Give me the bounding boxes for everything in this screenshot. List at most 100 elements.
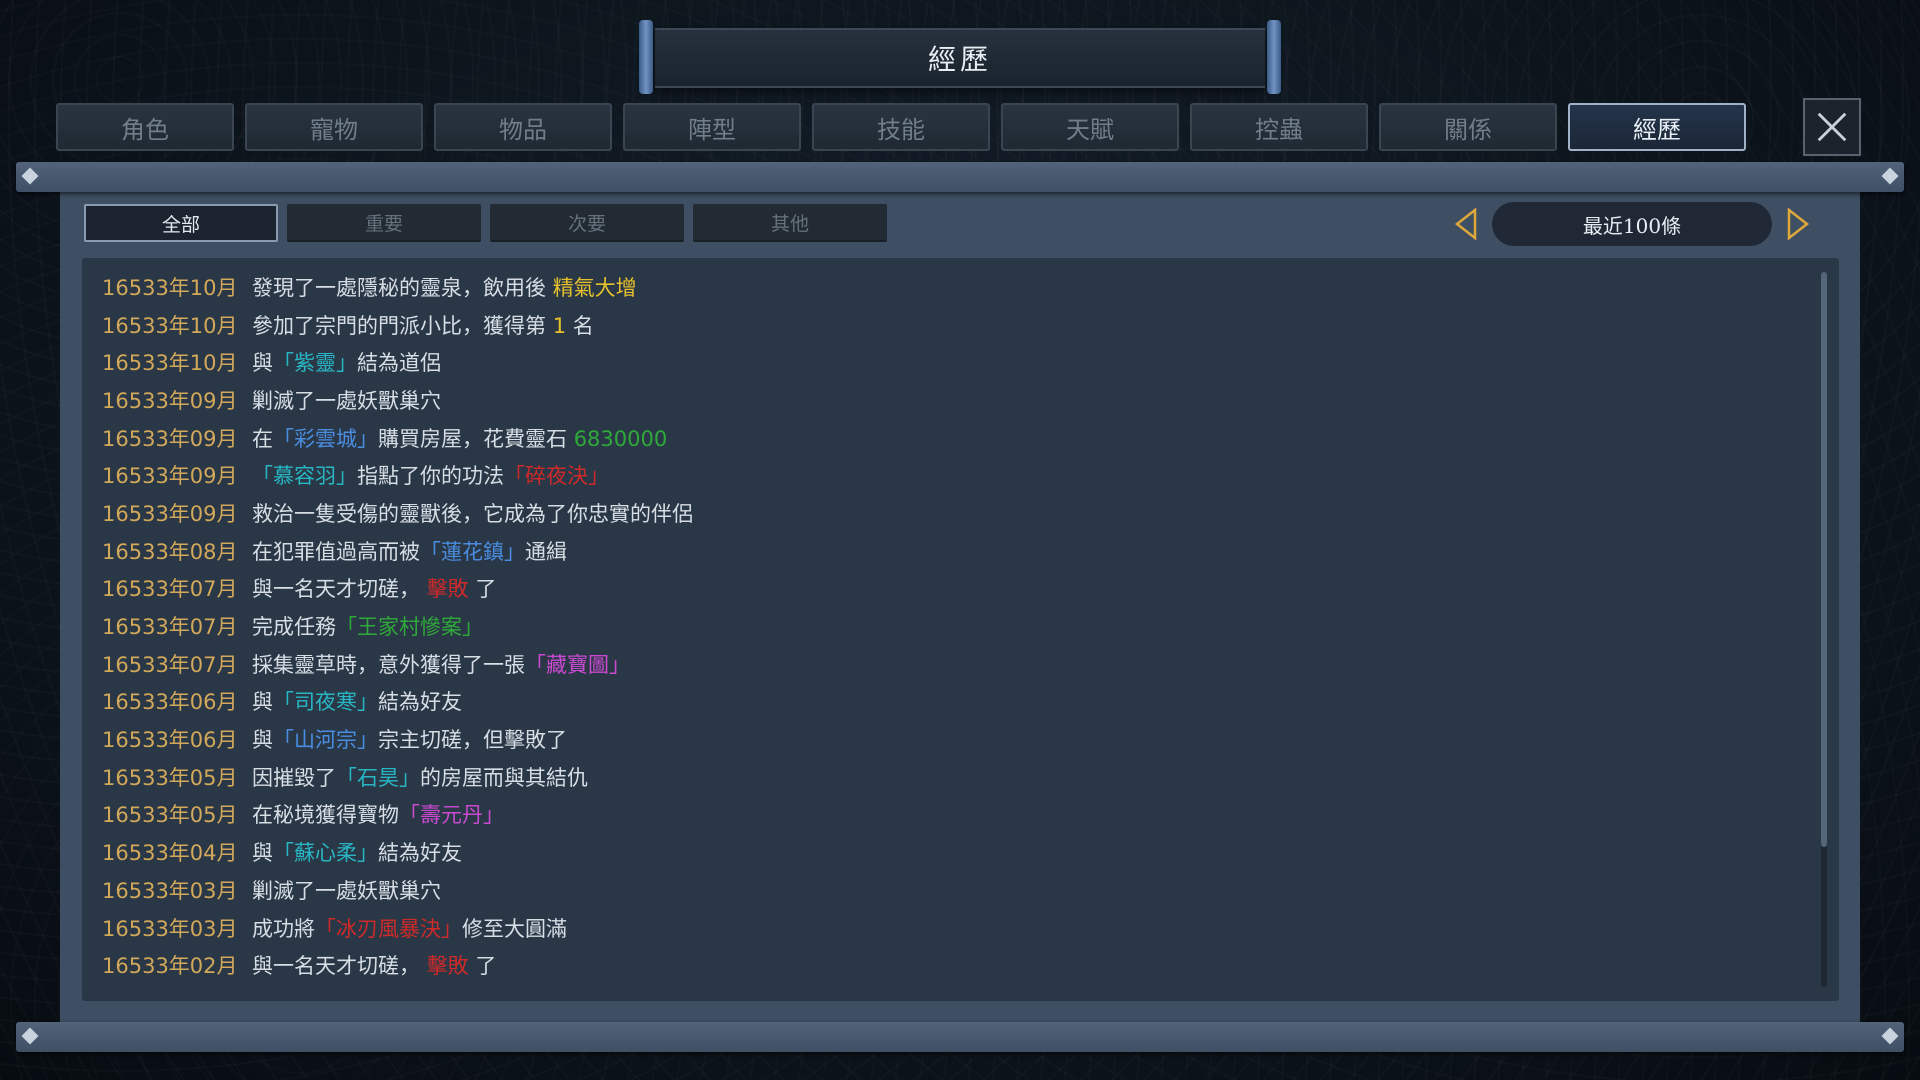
entry-text: 發現了一處隱秘的靈泉，飲用後 精氣大增 bbox=[252, 272, 637, 302]
entry-text: 參加了宗門的門派小比，獲得第 1 名 bbox=[252, 310, 594, 340]
entry-highlight: 精氣大增 bbox=[552, 275, 637, 300]
entry-highlight: 「蓮花鎮」 bbox=[420, 539, 525, 564]
log-entry: 16533年09月 「慕容羽」指點了你的功法「碎夜決」 bbox=[102, 456, 1782, 494]
tab-4[interactable]: 技能 bbox=[812, 103, 990, 151]
log-entry: 16533年06月 與「山河宗」宗主切磋，但擊敗了 bbox=[102, 720, 1782, 758]
scrollbar-thumb[interactable] bbox=[1821, 272, 1827, 847]
filter-tabs: 全部 重要 次要 其他 bbox=[84, 204, 887, 242]
filter-tab-0[interactable]: 全部 bbox=[84, 204, 278, 242]
entry-text: 成功將「冰刃風暴決」修至大圓滿 bbox=[252, 913, 567, 943]
range-selector: 最近100條 bbox=[1450, 202, 1814, 246]
log-scrollbar[interactable] bbox=[1821, 272, 1827, 987]
log-entry: 16533年07月 採集靈草時，意外獲得了一張「藏寶圖」 bbox=[102, 645, 1782, 683]
entry-date: 16533年09月 bbox=[102, 388, 238, 413]
entry-text: 與「司夜寒」結為好友 bbox=[252, 686, 462, 716]
log-entry: 16533年09月 在「彩雲城」購買房屋，花費靈石 6830000 bbox=[102, 419, 1782, 457]
experience-screen: 經歷 角色 寵物 物品 陣型 技能 天賦 控蟲 關係 經歷 全部 重要 次要 其他 最近100條 16… bbox=[0, 0, 1920, 1080]
entry-text: 在犯罪值過高而被「蓮花鎮」通緝 bbox=[252, 536, 567, 566]
entry-date: 16533年07月 bbox=[102, 652, 238, 677]
entry-date: 16533年07月 bbox=[102, 577, 238, 602]
entry-text-segment: 與一名天才切磋， bbox=[252, 954, 427, 979]
range-next-button[interactable] bbox=[1782, 205, 1814, 243]
log-entry: 16533年09月 剿滅了一處妖獸巢穴 bbox=[102, 381, 1782, 419]
experience-log: 16533年10月 發現了一處隱秘的靈泉，飲用後 精氣大增 16533年10月 參加了… bbox=[82, 258, 1839, 1001]
entry-text: 「慕容羽」指點了你的功法「碎夜決」 bbox=[252, 460, 609, 490]
top-scroll-rail bbox=[16, 162, 1904, 192]
entry-highlight: 「司夜寒」 bbox=[273, 690, 378, 715]
entry-text: 在「彩雲城」購買房屋，花費靈石 6830000 bbox=[252, 423, 667, 453]
entry-text-segment: 指點了你的功法 bbox=[357, 464, 504, 489]
entry-text: 因摧毀了「石昊」的房屋而與其結仇 bbox=[252, 762, 588, 792]
main-tabs: 角色 寵物 物品 陣型 技能 天賦 控蟲 關係 經歷 bbox=[56, 103, 1746, 151]
log-entry: 16533年06月 與「司夜寒」結為好友 bbox=[102, 683, 1782, 721]
entry-highlight: 「藏寶圖」 bbox=[525, 652, 630, 677]
range-label[interactable]: 最近100條 bbox=[1492, 202, 1772, 246]
entry-text-segment: 因摧毀了 bbox=[252, 765, 336, 790]
log-entry: 16533年05月 因摧毀了「石昊」的房屋而與其結仇 bbox=[102, 758, 1782, 796]
entry-text: 採集靈草時，意外獲得了一張「藏寶圖」 bbox=[252, 649, 630, 679]
triangle-left-icon bbox=[1455, 208, 1477, 240]
tab-3[interactable]: 陣型 bbox=[623, 103, 801, 151]
diamond-icon bbox=[21, 1027, 39, 1045]
entry-text-segment: 參加了宗門的門派小比，獲得第 bbox=[252, 313, 553, 338]
entry-text: 與「紫靈」結為道侶 bbox=[252, 347, 441, 377]
entry-date: 16533年02月 bbox=[102, 954, 238, 979]
entry-text: 與一名天才切磋， 擊敗 了 bbox=[252, 950, 496, 980]
entry-date: 16533年08月 bbox=[102, 539, 238, 564]
entry-text-segment: 與 bbox=[252, 690, 273, 715]
tab-2[interactable]: 物品 bbox=[434, 103, 612, 151]
main-panel: 全部 重要 次要 其他 最近100條 16533年10月 發現了一處隱秘的靈泉，飲用後 … bbox=[60, 186, 1860, 1026]
diamond-icon bbox=[21, 167, 39, 185]
tab-1[interactable]: 寵物 bbox=[245, 103, 423, 151]
log-entry: 16533年09月 救治一隻受傷的靈獸後，它成為了你忠實的伴侶 bbox=[102, 494, 1782, 532]
entry-date: 16533年10月 bbox=[102, 275, 238, 300]
entry-text-segment: 剿滅了一處妖獸巢穴 bbox=[252, 878, 441, 903]
entry-text-segment: 了 bbox=[468, 577, 497, 602]
entry-highlight: 「紫靈」 bbox=[273, 351, 357, 376]
log-list: 16533年10月 發現了一處隱秘的靈泉，飲用後 精氣大增 16533年10月 參加了… bbox=[102, 268, 1782, 984]
filter-tab-3[interactable]: 其他 bbox=[693, 204, 887, 242]
entry-highlight: 「碎夜決」 bbox=[504, 464, 609, 489]
triangle-right-icon bbox=[1787, 208, 1809, 240]
entry-highlight: 「壽元丹」 bbox=[399, 803, 504, 828]
entry-text-segment: 名 bbox=[566, 313, 594, 338]
entry-text-segment: 救治一隻受傷的靈獸後，它成為了你忠實的伴侶 bbox=[252, 501, 693, 526]
entry-text-segment: 通緝 bbox=[525, 539, 567, 564]
close-button[interactable] bbox=[1803, 98, 1861, 156]
entry-highlight: 「石昊」 bbox=[336, 765, 420, 790]
entry-highlight: 「山河宗」 bbox=[273, 728, 378, 753]
diamond-icon bbox=[1881, 1027, 1899, 1045]
entry-date: 16533年10月 bbox=[102, 313, 238, 338]
entry-text-segment: 與一名天才切磋， bbox=[252, 577, 427, 602]
entry-text: 救治一隻受傷的靈獸後，它成為了你忠實的伴侶 bbox=[252, 498, 693, 528]
entry-date: 16533年09月 bbox=[102, 426, 238, 451]
tab-7[interactable]: 關係 bbox=[1379, 103, 1557, 151]
tab-0[interactable]: 角色 bbox=[56, 103, 234, 151]
entry-highlight: 「冰刃風暴決」 bbox=[315, 916, 462, 941]
range-prev-button[interactable] bbox=[1450, 205, 1482, 243]
tab-6[interactable]: 控蟲 bbox=[1190, 103, 1368, 151]
entry-highlight: 擊敗 bbox=[426, 577, 469, 602]
entry-text-segment: 在 bbox=[252, 426, 273, 451]
entry-text-segment: 結為好友 bbox=[378, 841, 462, 866]
entry-text-segment: 剿滅了一處妖獸巢穴 bbox=[252, 388, 441, 413]
entry-text-segment: 了 bbox=[468, 954, 497, 979]
entry-date: 16533年05月 bbox=[102, 803, 238, 828]
log-entry: 16533年10月 參加了宗門的門派小比，獲得第 1 名 bbox=[102, 306, 1782, 344]
filter-tab-2[interactable]: 次要 bbox=[490, 204, 684, 242]
entry-date: 16533年04月 bbox=[102, 841, 238, 866]
entry-text: 在秘境獲得寶物「壽元丹」 bbox=[252, 799, 504, 829]
entry-highlight: 「彩雲城」 bbox=[273, 426, 378, 451]
entry-highlight: 6830000 bbox=[573, 426, 668, 451]
page-title: 經歷 bbox=[639, 20, 1281, 94]
log-entry: 16533年10月 與「紫靈」結為道侶 bbox=[102, 343, 1782, 381]
entry-text-segment: 完成任務 bbox=[252, 615, 336, 640]
entry-date: 16533年06月 bbox=[102, 728, 238, 753]
log-entry: 16533年05月 在秘境獲得寶物「壽元丹」 bbox=[102, 796, 1782, 834]
entry-date: 16533年03月 bbox=[102, 916, 238, 941]
entry-text-segment: 的房屋而與其結仇 bbox=[420, 765, 588, 790]
filter-tab-1[interactable]: 重要 bbox=[287, 204, 481, 242]
tab-5[interactable]: 天賦 bbox=[1001, 103, 1179, 151]
tab-8[interactable]: 經歷 bbox=[1568, 103, 1746, 151]
entry-text-segment: 在秘境獲得寶物 bbox=[252, 803, 399, 828]
